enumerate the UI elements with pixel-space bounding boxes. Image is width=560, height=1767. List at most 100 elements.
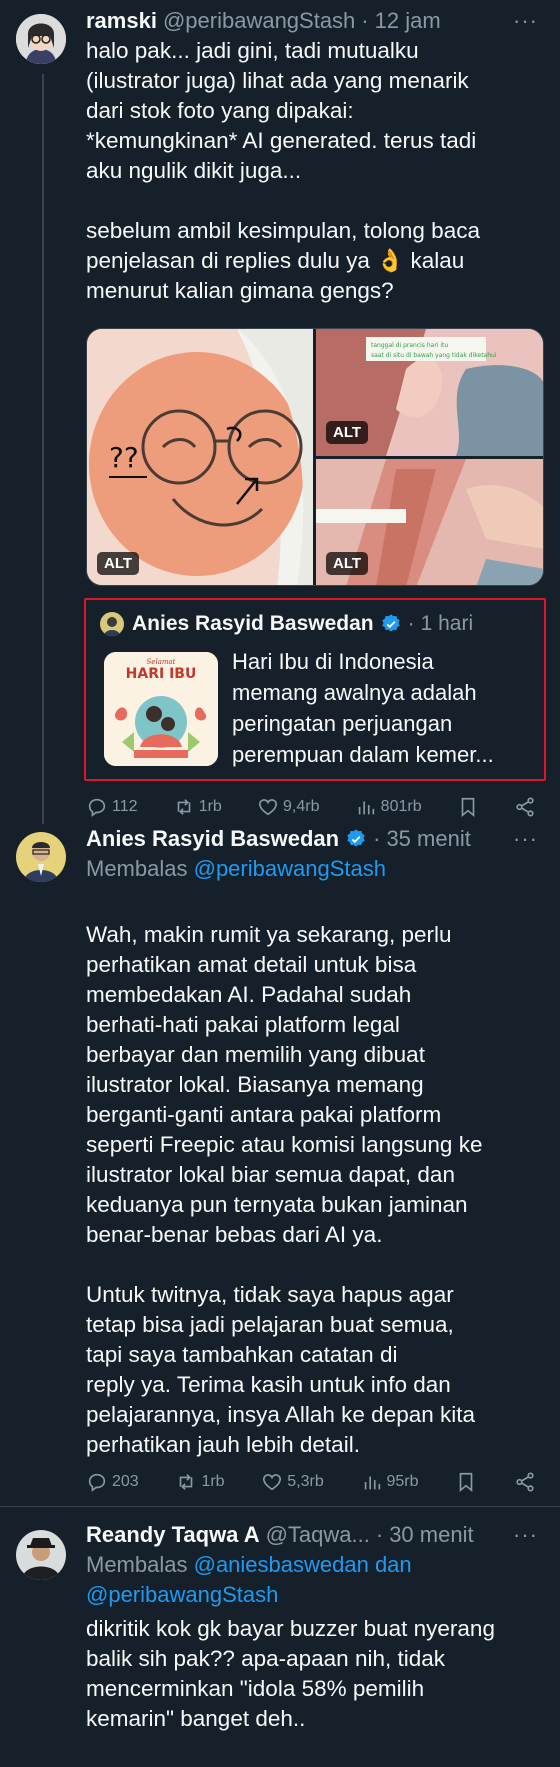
avatar[interactable] <box>16 1530 66 1580</box>
reply-button[interactable]: 112 <box>86 796 138 818</box>
more-options-icon[interactable]: ··· <box>513 826 538 852</box>
text-line: ilustrator lokal biar semua dapat, dan <box>86 1162 455 1187</box>
text-line: Hari Ibu di Indonesia <box>232 649 434 674</box>
text-line: halo pak... jadi gini, tadi mutualku <box>86 38 419 63</box>
text-line: seperti Freepic atau komisi langsung ke <box>86 1132 483 1157</box>
retweet-button[interactable]: 1rb <box>173 796 222 818</box>
share-icon <box>516 797 534 817</box>
retweet-icon <box>177 799 191 815</box>
tweet-text: dikritik kok gk bayar buzzer buat nyeran… <box>86 1614 546 1734</box>
tweet-1[interactable]: ramski @peribawangStash · 12 jam ··· hal… <box>0 0 560 826</box>
timestamp[interactable]: 35 menit <box>386 826 470 852</box>
divider <box>0 1506 560 1507</box>
display-name[interactable]: Anies Rasyid Baswedan <box>86 826 339 852</box>
verified-badge-icon <box>381 614 400 632</box>
text-line: balik sih pak?? apa-apaan nih, tidak <box>86 1646 446 1671</box>
like-button[interactable]: 9,4rb <box>257 796 319 818</box>
views-icon <box>364 1476 380 1490</box>
media-image-3[interactable]: ALT <box>316 459 543 585</box>
separator-dot: · <box>375 1522 384 1547</box>
text-line: pelajarannya, insya Allah ke depan kita <box>86 1402 476 1427</box>
reply-mention-link[interactable]: @aniesbaswedan dan <box>194 1552 412 1577</box>
text-line: perhatikan amat detail untuk bisa <box>86 952 417 977</box>
views-count: 801rb <box>380 798 422 815</box>
more-options-icon[interactable]: ··· <box>513 8 538 34</box>
alt-badge[interactable]: ALT <box>97 552 140 575</box>
action-bar: 112 1rb 9,4rb 801rb <box>86 796 536 818</box>
display-name[interactable]: ramski <box>86 8 157 34</box>
text-line: berbayar dan memilih yang dibuat <box>86 1042 425 1067</box>
text-line: reply ya. Terima kasih untuk info dan <box>86 1372 451 1397</box>
thumb-title: HARI IBU <box>126 666 197 682</box>
media-image-1[interactable]: ?? ALT <box>87 329 313 585</box>
media-grid: ?? ALT tanggal di prancis hari itu saat … <box>86 328 544 586</box>
text-line: mencerminkan "idola 58% pemilih <box>86 1676 425 1701</box>
reply-icon <box>88 798 106 817</box>
user-handle[interactable]: @Taqwa... <box>266 1522 370 1548</box>
quote-avatar <box>100 612 124 636</box>
text-line: (ilustrator juga) lihat ada yang menarik <box>86 68 469 93</box>
svg-text:??: ?? <box>109 441 139 474</box>
share-button[interactable] <box>514 796 536 818</box>
reply-prefix: Membalas <box>86 856 188 881</box>
text-line: *kemungkinan* AI generated. terus tadi <box>86 128 477 153</box>
text-line: sebelum ambil kesimpulan, tolong baca <box>86 218 480 243</box>
reply-count: 112 <box>112 798 138 815</box>
like-count: 9,4rb <box>283 798 320 815</box>
reply-mention-link[interactable]: @peribawangStash <box>86 1580 412 1610</box>
text-line: tetap bisa jadi pelajaran buat semua, <box>86 1312 454 1337</box>
overlay-text: tanggal di prancis hari itu <box>371 342 448 349</box>
reply-mention-link[interactable]: @peribawangStash <box>194 856 386 881</box>
views-count: 95rb <box>386 1473 419 1490</box>
quote-header: Anies Rasyid Baswedan · 1 hari <box>100 612 473 636</box>
avatar[interactable] <box>16 14 66 64</box>
display-name[interactable]: Reandy Taqwa A <box>86 1522 260 1548</box>
retweet-icon <box>180 1474 193 1490</box>
tweet-3[interactable]: Reandy Taqwa A @Taqwa... · 30 menit ··· … <box>0 1522 560 1767</box>
overlay-text: saat di situ di bawah yang tidak diketah… <box>371 352 497 359</box>
media-image-2[interactable]: tanggal di prancis hari itu saat di situ… <box>316 329 543 456</box>
bookmark-button[interactable] <box>455 1471 477 1493</box>
bookmark-button[interactable] <box>457 796 479 818</box>
timestamp[interactable]: 12 jam <box>375 8 441 34</box>
replying-to: Membalas @aniesbaswedan dan @peribawangS… <box>86 1550 412 1610</box>
reply-count: 203 <box>112 1473 139 1490</box>
text-line: membedakan AI. Padahal sudah <box>86 982 412 1007</box>
tweet-text: halo pak... jadi gini, tadi mutualku (il… <box>86 36 546 306</box>
timestamp[interactable]: 30 menit <box>389 1522 473 1548</box>
reply-button[interactable]: 203 <box>86 1471 139 1493</box>
quote-thumbnail: Selamat HARI IBU <box>104 652 218 766</box>
text-line: keduanya pun ternyata bukan jaminan <box>86 1192 468 1217</box>
text-line: berganti-ganti antara pakai platform <box>86 1102 442 1127</box>
avatar[interactable] <box>16 832 66 882</box>
text-line: dikritik kok gk bayar buzzer buat nyeran… <box>86 1616 495 1641</box>
bookmark-icon <box>461 797 475 818</box>
text-line: dari stok foto yang dipakai: <box>86 98 354 123</box>
text-line: kemarin" banget deh.. <box>86 1706 306 1731</box>
text-line: aku ngulik dikit juga... <box>86 158 302 183</box>
thread-line <box>42 74 44 824</box>
retweet-button[interactable]: 1rb <box>175 1471 225 1493</box>
views-button[interactable]: 801rb <box>355 796 422 818</box>
heart-icon <box>263 1474 282 1491</box>
tweet-2[interactable]: Anies Rasyid Baswedan · 35 menit ··· Mem… <box>0 826 560 1520</box>
text-line: Untuk twitnya, tidak saya hapus agar <box>86 1282 454 1307</box>
text-line: perempuan dalam kemer... <box>232 742 494 767</box>
quote-display-name: Anies Rasyid Baswedan <box>132 612 374 635</box>
text-line: menurut kalian gimana gengs? <box>86 278 394 303</box>
alt-badge[interactable]: ALT <box>326 552 369 575</box>
views-button[interactable]: 95rb <box>361 1471 419 1493</box>
share-button[interactable] <box>514 1471 536 1493</box>
alt-badge[interactable]: ALT <box>326 421 369 444</box>
quote-timestamp: 1 hari <box>420 612 474 635</box>
text-line: tapi saya tambahkan catatan di <box>86 1342 398 1367</box>
quoted-tweet[interactable]: Anies Rasyid Baswedan · 1 hari Selamat H… <box>84 598 546 781</box>
tweet-header: ramski @peribawangStash · 12 jam <box>86 8 441 34</box>
like-count: 5,3rb <box>287 1473 324 1490</box>
user-handle[interactable]: @peribawangStash <box>163 8 355 34</box>
share-icon <box>516 1472 534 1492</box>
thumb-title-small: Selamat <box>147 658 176 666</box>
reply-icon <box>88 1473 106 1492</box>
more-options-icon[interactable]: ··· <box>513 1522 538 1548</box>
like-button[interactable]: 5,3rb <box>261 1471 324 1493</box>
